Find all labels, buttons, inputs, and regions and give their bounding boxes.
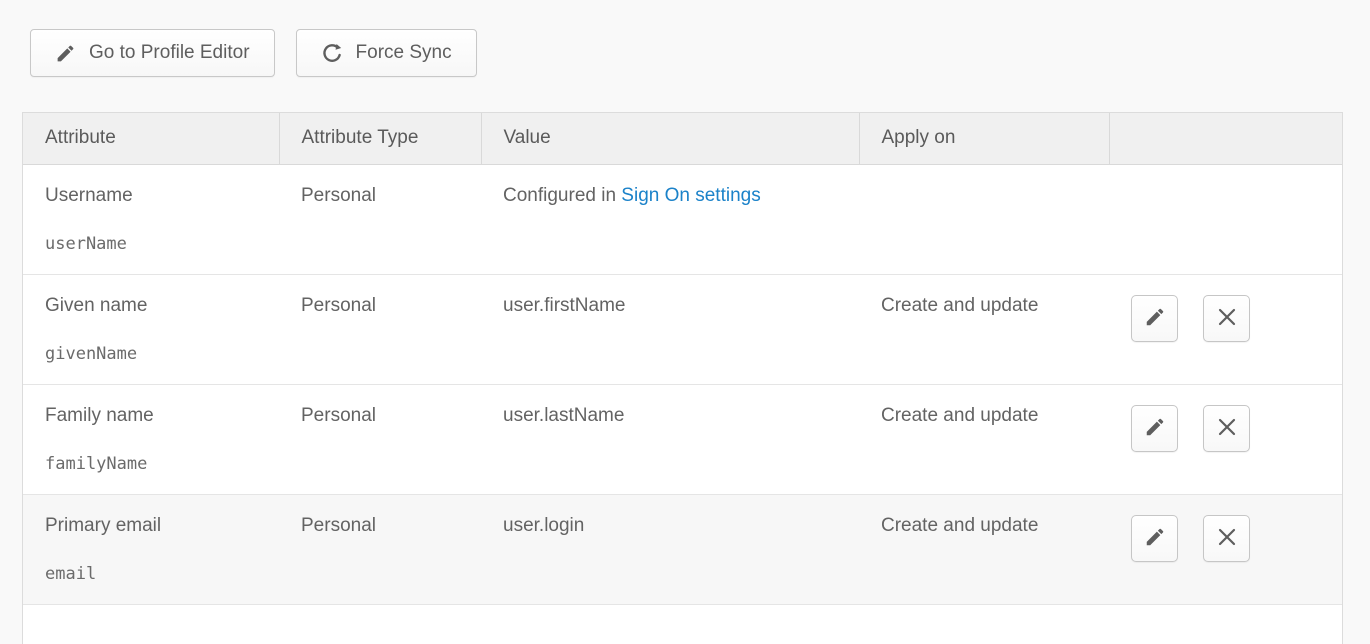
delete-attribute-button[interactable] [1203, 295, 1250, 342]
attribute-label: Family name [45, 405, 269, 427]
value-text: user.firstName [481, 274, 859, 384]
x-icon [1217, 527, 1237, 550]
pencil-icon [1144, 416, 1166, 441]
attribute-variable: givenName [45, 344, 269, 364]
column-header-attribute-type: Attribute Type [279, 113, 481, 164]
pencil-icon [1144, 526, 1166, 551]
value-text: Configured in [503, 185, 621, 206]
sign-on-settings-link[interactable]: Sign On settings [621, 185, 760, 206]
table-row: Username userName Personal Configured in… [23, 164, 1342, 274]
edit-attribute-button[interactable] [1131, 295, 1178, 342]
edit-attribute-button[interactable] [1131, 405, 1178, 452]
attribute-variable: email [45, 564, 269, 584]
table-row: Given name givenName Personal user.first… [23, 274, 1342, 384]
value-text: user.login [481, 494, 859, 604]
column-header-apply-on: Apply on [859, 113, 1109, 164]
attribute-type: Personal [279, 274, 481, 384]
force-sync-button[interactable]: Force Sync [296, 29, 477, 77]
go-to-profile-editor-button[interactable]: Go to Profile Editor [30, 29, 275, 77]
row-actions [1131, 295, 1332, 342]
go-to-profile-editor-label: Go to Profile Editor [89, 42, 250, 64]
apply-on-value: Create and update [859, 274, 1109, 384]
apply-on-value: Create and update [859, 384, 1109, 494]
value-text: user.lastName [481, 384, 859, 494]
table-row: Family name familyName Personal user.las… [23, 384, 1342, 494]
force-sync-label: Force Sync [356, 42, 452, 64]
attribute-variable: familyName [45, 454, 269, 474]
refresh-icon [321, 42, 343, 64]
pencil-icon [1144, 306, 1166, 331]
column-header-actions [1109, 113, 1342, 164]
x-icon [1217, 307, 1237, 330]
attribute-label: Username [45, 185, 269, 207]
attribute-variable: userName [45, 234, 269, 254]
edit-attribute-button[interactable] [1131, 515, 1178, 562]
column-header-attribute: Attribute [23, 113, 279, 164]
delete-attribute-button[interactable] [1203, 515, 1250, 562]
apply-on-value [859, 164, 1109, 274]
row-actions [1131, 405, 1332, 452]
attribute-type: Personal [279, 164, 481, 274]
attribute-mappings-table: Attribute Attribute Type Value Apply on … [22, 112, 1343, 644]
table-header-row: Attribute Attribute Type Value Apply on [23, 113, 1342, 164]
attribute-type: Personal [279, 384, 481, 494]
delete-attribute-button[interactable] [1203, 405, 1250, 452]
column-header-value: Value [481, 113, 859, 164]
pencil-icon [55, 43, 76, 64]
attribute-label: Primary email [45, 515, 269, 537]
x-icon [1217, 417, 1237, 440]
table-row: Primary email email Personal user.login … [23, 494, 1342, 604]
row-actions [1131, 515, 1332, 562]
apply-on-value: Create and update [859, 494, 1109, 604]
attribute-label: Given name [45, 295, 269, 317]
table-row-partial [23, 604, 1342, 644]
toolbar: Go to Profile Editor Force Sync [0, 0, 1370, 77]
attribute-type: Personal [279, 494, 481, 604]
